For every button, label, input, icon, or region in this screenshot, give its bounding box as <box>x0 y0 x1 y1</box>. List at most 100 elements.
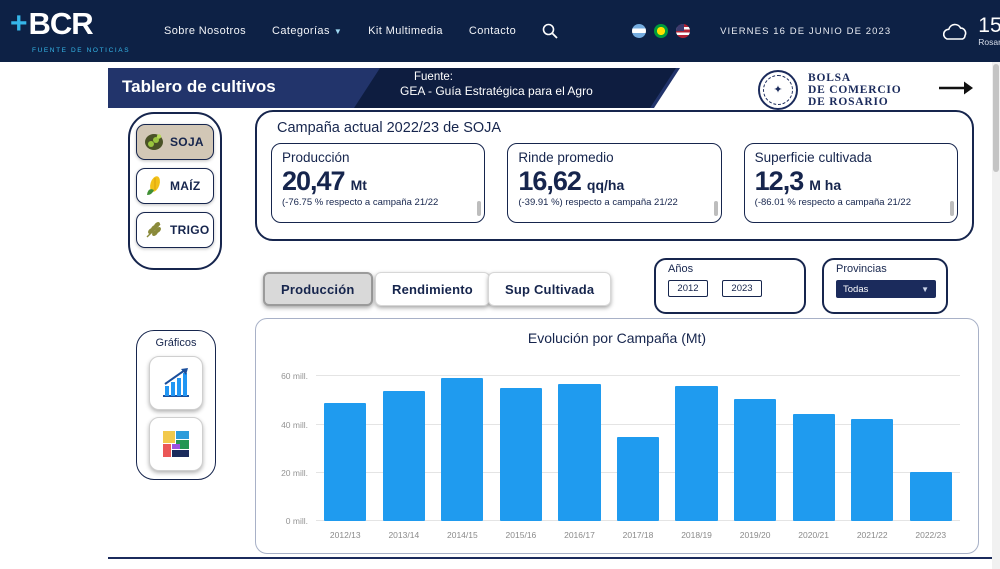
bar-slot: 2019/20 <box>726 357 785 521</box>
flag-argentina-icon[interactable] <box>632 24 646 38</box>
crops-dashboard: Tablero de cultivos Fuente: GEA - Guía E… <box>108 68 992 559</box>
org-name-line2: DE COMERCIO <box>808 84 901 96</box>
tab-sup-cultivada[interactable]: Sup Cultivada <box>488 272 611 306</box>
crop-button-trigo[interactable]: TRIGO <box>136 212 214 248</box>
org-name: BOLSA DE COMERCIO DE ROSARIO <box>808 72 901 108</box>
nav-links: Sobre Nosotros Categorías ▼ Kit Multimedi… <box>164 25 516 37</box>
years-label: Años <box>668 263 792 275</box>
page-scrollbar-thumb[interactable] <box>993 64 999 172</box>
y-axis-tick-label: 60 mill. <box>262 371 308 381</box>
nav-link-categorias-label: Categorías <box>272 25 330 37</box>
nav-link-kit-multimedia[interactable]: Kit Multimedia <box>368 25 443 37</box>
bar-2022/23[interactable] <box>910 472 952 521</box>
kpi-note: (-76.75 % respecto a campaña 21/22 <box>282 197 474 214</box>
provinces-dropdown[interactable]: Todas ▼ <box>836 280 936 298</box>
cloud-icon <box>939 19 971 43</box>
years-filter: Años <box>654 258 806 314</box>
crop-button-label: MAÍZ <box>170 179 201 193</box>
y-axis-tick-label: 20 mill. <box>262 468 308 478</box>
kpi-value: 12,3 <box>755 166 804 197</box>
bar-slot: 2015/16 <box>492 357 551 521</box>
nav-link-categorias[interactable]: Categorías ▼ <box>272 25 342 37</box>
bar-slot: 2017/18 <box>609 357 668 521</box>
bcr-org-logo: BOLSA DE COMERCIO DE ROSARIO <box>758 70 901 110</box>
year-to-input[interactable] <box>722 280 762 297</box>
tab-rendimiento[interactable]: Rendimiento <box>375 272 490 306</box>
y-axis-tick-label: 0 mill. <box>262 516 308 526</box>
bars: 2012/132013/142014/152015/162016/172017/… <box>316 357 960 521</box>
weather-widget: 15° Rosario <box>939 15 1000 47</box>
kpi-unit: M ha <box>809 177 841 193</box>
kpi-value: 20,47 <box>282 166 345 197</box>
weather-temp: 15° <box>978 15 1000 36</box>
x-axis-tick-label: 2022/23 <box>895 530 966 540</box>
bar-2014/15[interactable] <box>441 378 483 521</box>
bar-slot: 2020/21 <box>784 357 843 521</box>
y-axis-tick-label: 40 mill. <box>262 420 308 430</box>
dashboard-source: Fuente: GEA - Guía Estratégica para el A… <box>354 68 676 108</box>
source-label: Fuente: <box>414 71 676 83</box>
bar-2021/22[interactable] <box>851 419 893 521</box>
chevron-down-icon: ▼ <box>334 27 342 36</box>
top-navbar: + BCR FUENTE DE NOTICIAS Sobre Nosotros … <box>0 0 1000 62</box>
bcr-logo-tagline: FUENTE DE NOTICIAS <box>32 47 130 54</box>
crop-button-soja[interactable]: SOJA <box>136 124 214 160</box>
next-page-arrow-icon[interactable] <box>938 80 974 101</box>
nav-link-sobre-nosotros[interactable]: Sobre Nosotros <box>164 25 246 37</box>
kpi-title: Producción <box>282 150 474 165</box>
chart-plot: 60 mill.40 mill.20 mill.0 mill. 2012/132… <box>316 357 960 521</box>
treemap-view-button[interactable] <box>149 417 203 471</box>
graficos-label: Gráficos <box>137 337 215 349</box>
bcr-logo-plus-icon: + <box>10 9 28 39</box>
bar-2019/20[interactable] <box>734 399 776 521</box>
crop-selector-panel: SOJA MAÍZ TRIGO <box>128 112 222 270</box>
kpi-note-scrollbar[interactable] <box>950 201 954 216</box>
org-name-line3: DE ROSARIO <box>808 96 901 108</box>
graficos-panel: Gráficos <box>136 330 216 480</box>
wheat-icon <box>143 219 165 241</box>
bcr-logo-text: BCR <box>29 8 93 39</box>
bar-chart-view-button[interactable] <box>149 356 203 410</box>
flag-usa-icon[interactable] <box>676 24 690 38</box>
kpi-card-superficie: Superficie cultivada 12,3 M ha (-86.01 %… <box>744 143 958 223</box>
bar-slot: 2014/15 <box>433 357 492 521</box>
tab-produccion[interactable]: Producción <box>263 272 373 306</box>
bar-2018/19[interactable] <box>675 386 717 521</box>
treemap-icon <box>159 427 193 461</box>
crop-button-label: SOJA <box>170 135 204 149</box>
dashboard-title: Tablero de cultivos <box>122 77 276 97</box>
year-from-input[interactable] <box>668 280 708 297</box>
campaign-title: Campaña actual 2022/23 de SOJA <box>277 120 958 136</box>
nav-link-contacto[interactable]: Contacto <box>469 25 516 37</box>
bar-2020/21[interactable] <box>793 414 835 521</box>
kpi-note-scrollbar[interactable] <box>477 201 481 216</box>
evolution-chart-panel: Evolución por Campaña (Mt) 60 mill.40 mi… <box>255 318 979 554</box>
page-scrollbar[interactable] <box>992 62 1000 569</box>
flag-brazil-icon[interactable] <box>654 24 668 38</box>
kpi-value: 16,62 <box>518 166 581 197</box>
kpi-note-scrollbar[interactable] <box>714 201 718 216</box>
soy-icon <box>143 131 165 153</box>
crop-button-label: TRIGO <box>170 223 210 237</box>
chevron-down-icon: ▼ <box>921 285 929 294</box>
bar-2015/16[interactable] <box>500 388 542 521</box>
provinces-label: Provincias <box>836 263 934 275</box>
kpi-note: (-86.01 % respecto a campaña 21/22 <box>755 197 947 214</box>
kpi-card-produccion: Producción 20,47 Mt (-76.75 % respecto a… <box>271 143 485 223</box>
bar-slot: 2012/13 <box>316 357 375 521</box>
bar-chart-icon <box>159 366 193 400</box>
current-date: VIERNES 16 DE JUNIO DE 2023 <box>720 26 891 37</box>
kpi-unit: Mt <box>351 177 367 193</box>
bar-slot: 2013/14 <box>375 357 434 521</box>
bar-2016/17[interactable] <box>558 384 600 521</box>
crop-button-maiz[interactable]: MAÍZ <box>136 168 214 204</box>
bar-2012/13[interactable] <box>324 403 366 521</box>
language-flags <box>632 24 690 38</box>
bar-slot: 2016/17 <box>550 357 609 521</box>
bar-2017/18[interactable] <box>617 437 659 521</box>
kpi-title: Superficie cultivada <box>755 150 947 165</box>
search-icon[interactable] <box>542 23 558 39</box>
bar-2013/14[interactable] <box>383 391 425 521</box>
bcr-logo[interactable]: + BCR FUENTE DE NOTICIAS <box>10 8 138 54</box>
weather-city: Rosario <box>978 37 1000 47</box>
